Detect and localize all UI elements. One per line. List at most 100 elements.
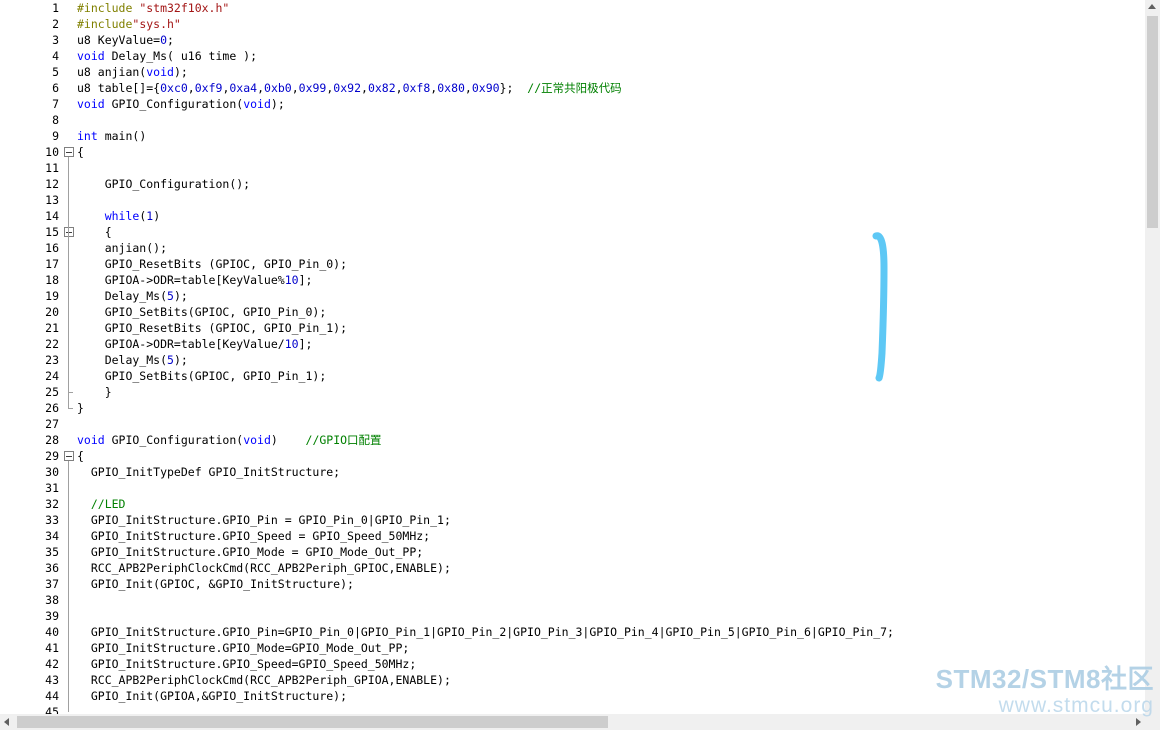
code-text: { — [77, 145, 84, 159]
code-text: void GPIO_Configuration(void) //GPIO口配置 — [77, 433, 382, 447]
code-line[interactable]: 14 while(1) — [0, 208, 1145, 224]
pen-annotation-stroke — [872, 232, 888, 382]
code-text: while(1) — [104, 209, 161, 223]
code-line[interactable]: 21 GPIO_ResetBits (GPIOC, GPIO_Pin_1); — [0, 320, 1145, 336]
line-number: 34 — [45, 529, 59, 543]
code-line[interactable]: 9 int main() — [0, 128, 1145, 144]
line-number: 16 — [45, 241, 59, 255]
minus-box-icon[interactable] — [64, 451, 74, 461]
code-text: RCC_APB2PeriphClockCmd(RCC_APB2Periph_GP… — [77, 561, 451, 575]
code-text: GPIO_InitStructure.GPIO_Pin=GPIO_Pin_0|G… — [77, 625, 894, 639]
code-line[interactable]: 35 GPIO_InitStructure.GPIO_Mode = GPIO_M… — [0, 544, 1145, 560]
code-line[interactable]: 2 #include"sys.h" — [0, 16, 1145, 32]
line-number: 6 — [52, 81, 59, 95]
fold-guide-line — [68, 237, 69, 392]
code-line[interactable]: 7 void GPIO_Configuration(void); — [0, 96, 1145, 112]
code-line[interactable]: 13 — [0, 192, 1145, 208]
code-line[interactable]: 40 GPIO_InitStructure.GPIO_Pin=GPIO_Pin_… — [0, 624, 1145, 640]
arrow-up-icon[interactable] — [1148, 4, 1156, 9]
line-number: 2 — [52, 17, 59, 31]
code-text: u8 KeyValue=0; — [77, 33, 174, 47]
line-number: 15 — [45, 225, 59, 239]
line-number: 22 — [45, 337, 59, 351]
code-text: int main() — [77, 129, 147, 143]
line-number: 4 — [52, 49, 59, 63]
vertical-scrollbar[interactable] — [1145, 0, 1160, 714]
code-line[interactable]: 33 GPIO_InitStructure.GPIO_Pin = GPIO_Pi… — [0, 512, 1145, 528]
code-line[interactable]: 5 u8 anjian(void); — [0, 64, 1145, 80]
code-text: Delay_Ms(5); — [77, 353, 188, 367]
line-number: 38 — [45, 593, 59, 607]
code-text: GPIO_SetBits(GPIOC, GPIO_Pin_0); — [77, 305, 327, 319]
code-text: #include"sys.h" — [77, 17, 181, 31]
code-line[interactable]: 26} — [0, 400, 1145, 416]
line-number: 10 — [45, 145, 59, 159]
code-line[interactable]: 3 u8 KeyValue=0; — [0, 32, 1145, 48]
code-line[interactable]: 6 u8 table[]={0xc0,0xf9,0xa4,0xb0,0x99,0x… — [0, 80, 1145, 96]
code-text: GPIO_InitStructure.GPIO_Speed = GPIO_Spe… — [77, 529, 431, 543]
code-line[interactable]: 20 GPIO_SetBits(GPIOC, GPIO_Pin_0); — [0, 304, 1145, 320]
code-text: GPIO_ResetBits (GPIOC, GPIO_Pin_1); — [77, 321, 348, 335]
code-line[interactable]: 16 anjian(); — [0, 240, 1145, 256]
fold-guide-end — [68, 408, 73, 409]
code-line[interactable]: 39 — [0, 608, 1145, 624]
code-line[interactable]: 1 #include "stm32f10x.h" — [0, 0, 1145, 16]
code-line[interactable]: 23 Delay_Ms(5); — [0, 352, 1145, 368]
line-number: 40 — [45, 625, 59, 639]
line-number: 39 — [45, 609, 59, 623]
line-number: 24 — [45, 369, 59, 383]
line-number: 25 — [45, 385, 59, 399]
code-line[interactable]: 37 GPIO_Init(GPIOC, &GPIO_InitStructure)… — [0, 576, 1145, 592]
vertical-scroll-thumb[interactable] — [1147, 16, 1158, 228]
code-text: Delay_Ms(5); — [77, 289, 188, 303]
code-text: { — [77, 449, 84, 463]
code-line[interactable]: 12 GPIO_Configuration(); — [0, 176, 1145, 192]
code-line[interactable]: 11 — [0, 160, 1145, 176]
minus-box-icon[interactable] — [64, 147, 74, 157]
code-line[interactable]: 34 GPIO_InitStructure.GPIO_Speed = GPIO_… — [0, 528, 1145, 544]
line-number: 30 — [45, 465, 59, 479]
watermark-url: www.stmcu.org — [998, 694, 1154, 717]
code-line[interactable]: 19 Delay_Ms(5); — [0, 288, 1145, 304]
line-number: 29 — [45, 449, 59, 463]
code-line[interactable]: 25 } — [0, 384, 1145, 400]
code-line[interactable]: 10 { — [0, 144, 1145, 160]
line-number: 19 — [45, 289, 59, 303]
horizontal-scroll-thumb[interactable] — [17, 716, 608, 728]
line-number: 3 — [52, 33, 59, 47]
code-text: GPIO_InitStructure.GPIO_Pin = GPIO_Pin_0… — [77, 513, 451, 527]
code-text: GPIO_Init(GPIOC, &GPIO_InitStructure); — [77, 577, 354, 591]
code-line[interactable]: 4 void Delay_Ms( u16 time ); — [0, 48, 1145, 64]
code-text: GPIOA->ODR=table[KeyValue/10]; — [77, 337, 313, 351]
arrow-right-icon[interactable] — [1136, 718, 1141, 726]
code-line[interactable]: 38 — [0, 592, 1145, 608]
code-text: GPIOA->ODR=table[KeyValue%10]; — [77, 273, 313, 287]
code-line[interactable]: 32 //LED — [0, 496, 1145, 512]
code-line[interactable]: 24 GPIO_SetBits(GPIOC, GPIO_Pin_1); — [0, 368, 1145, 384]
code-line[interactable]: 41 GPIO_InitStructure.GPIO_Mode=GPIO_Mod… — [0, 640, 1145, 656]
code-line[interactable]: 30 GPIO_InitTypeDef GPIO_InitStructure; — [0, 464, 1145, 480]
code-line[interactable]: 31 — [0, 480, 1145, 496]
code-text: GPIO_InitTypeDef GPIO_InitStructure; — [77, 465, 341, 479]
watermark: STM32/STM8社区 www.stmcu.org — [936, 664, 1154, 718]
code-line[interactable]: 29 { — [0, 448, 1145, 464]
code-line[interactable]: 17 GPIO_ResetBits (GPIOC, GPIO_Pin_0); — [0, 256, 1145, 272]
code-line[interactable]: 8 — [0, 112, 1145, 128]
line-number: 21 — [45, 321, 59, 335]
arrow-left-icon[interactable] — [4, 718, 9, 726]
code-line[interactable]: 27 — [0, 416, 1145, 432]
line-number: 18 — [45, 273, 59, 287]
code-line[interactable]: 15 { — [0, 224, 1145, 240]
code-line[interactable]: 36 RCC_APB2PeriphClockCmd(RCC_APB2Periph… — [0, 560, 1145, 576]
line-number: 14 — [45, 209, 59, 223]
line-number: 43 — [45, 673, 59, 687]
minus-box-icon[interactable] — [64, 227, 74, 237]
line-number: 26 — [45, 401, 59, 415]
code-text: GPIO_Configuration(); — [77, 177, 251, 191]
code-text: RCC_APB2PeriphClockCmd(RCC_APB2Periph_GP… — [77, 673, 451, 687]
code-line[interactable]: 22 GPIOA->ODR=table[KeyValue/10]; — [0, 336, 1145, 352]
code-line[interactable]: 28 void GPIO_Configuration(void) //GPIO口配… — [0, 432, 1145, 448]
code-line[interactable]: 18 GPIOA->ODR=table[KeyValue%10]; — [0, 272, 1145, 288]
line-number: 31 — [45, 481, 59, 495]
code-editor[interactable]: 1 #include "stm32f10x.h" 2 #include"sys.h" 3… — [0, 0, 1145, 714]
